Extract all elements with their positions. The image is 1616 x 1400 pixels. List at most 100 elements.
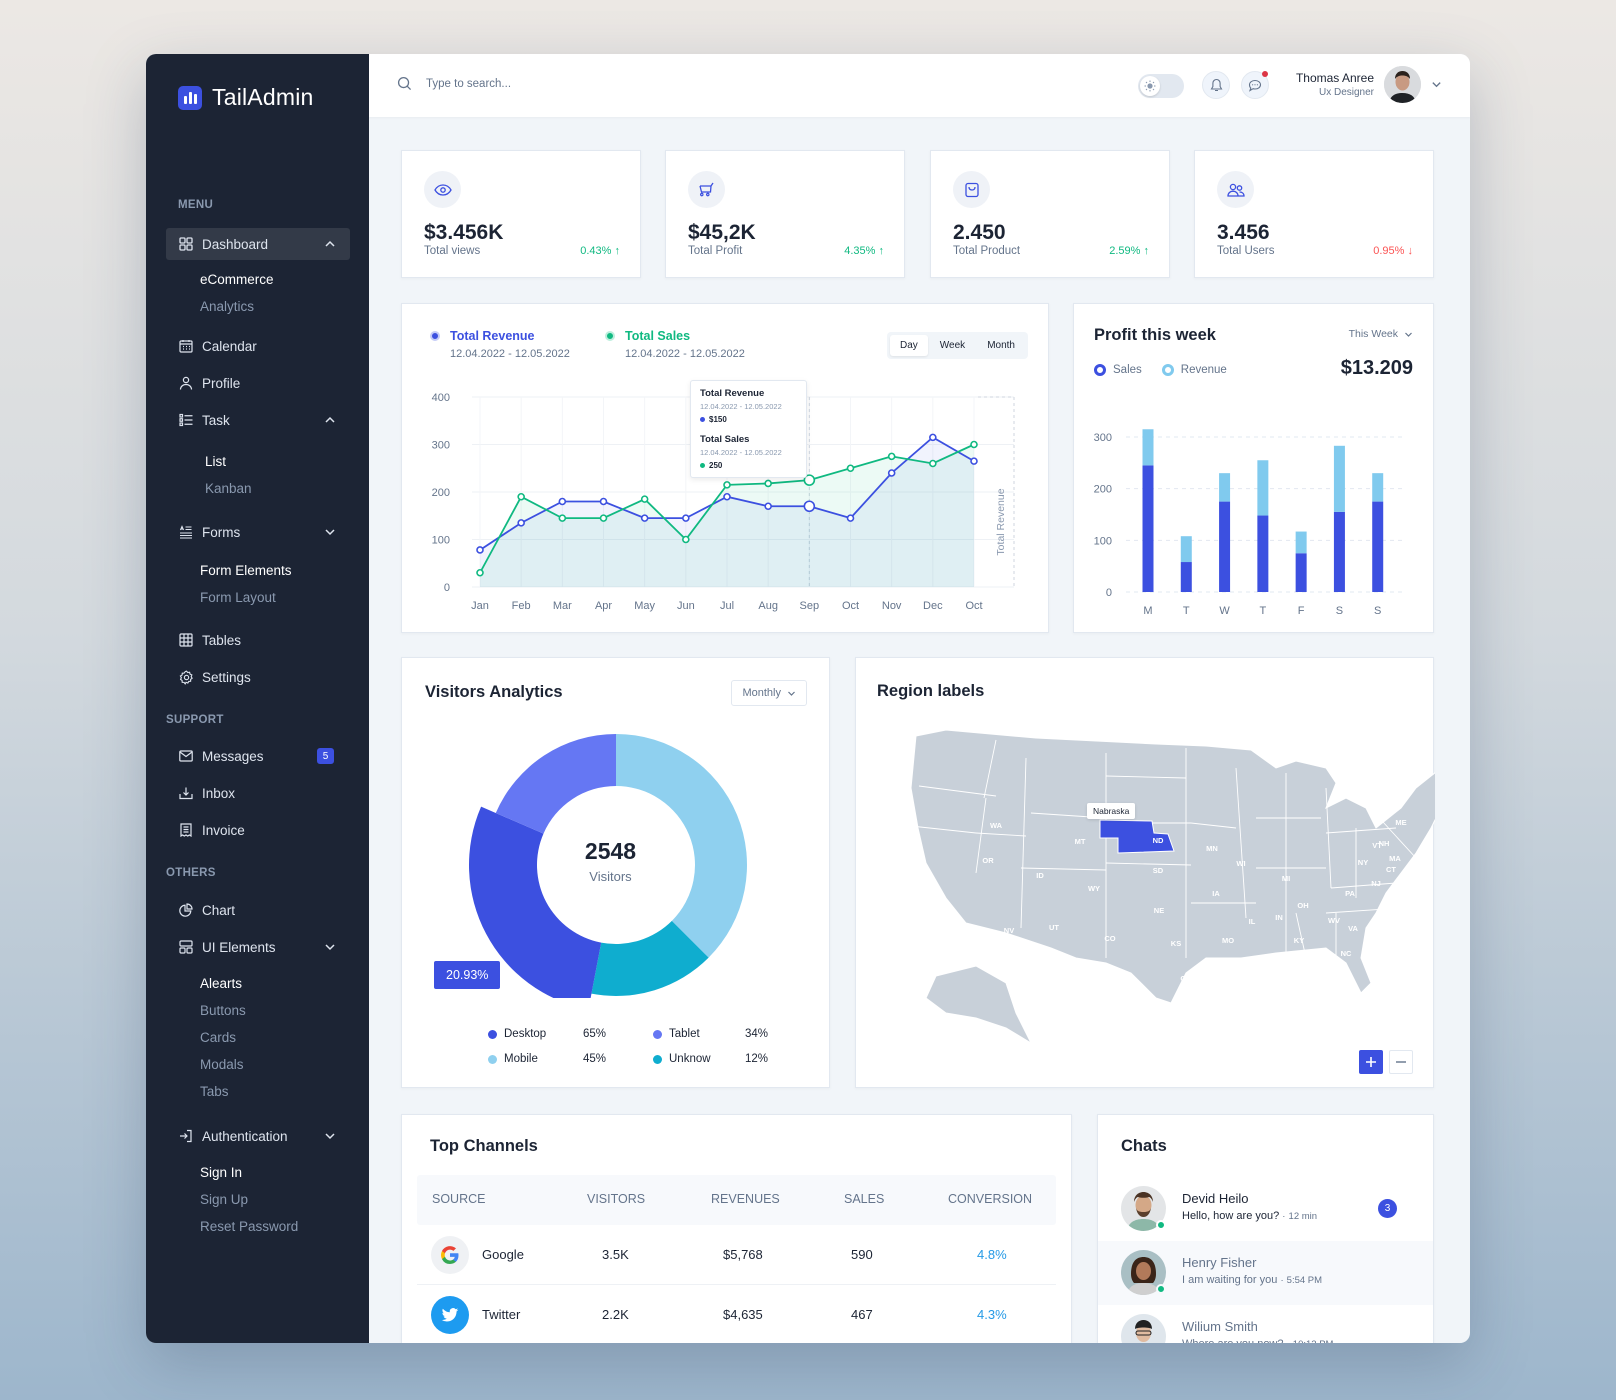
sidebar-subitem-analytics[interactable]: Analytics	[200, 299, 254, 314]
sidebar-item-invoice[interactable]: Invoice	[166, 814, 350, 846]
chevron-up-icon	[325, 240, 335, 247]
data-point	[476, 546, 484, 554]
legend-unknown[interactable]: Unknow	[653, 1053, 711, 1065]
chats-card: Chats Devid Heilo Hello, how are you? · …	[1097, 1114, 1434, 1343]
search-input[interactable]	[426, 77, 666, 90]
zoom-out-button[interactable]	[1389, 1050, 1413, 1074]
dark-mode-toggle[interactable]	[1138, 74, 1184, 98]
sidebar-subitem-sign-up[interactable]: Sign Up	[200, 1192, 248, 1207]
sidebar-subitem-buttons[interactable]: Buttons	[200, 1003, 246, 1018]
zoom-in-button[interactable]	[1359, 1050, 1383, 1074]
notification-dot	[1262, 71, 1268, 77]
visitors-total-label: Visitors	[589, 869, 632, 884]
state-label: MO	[1222, 936, 1234, 945]
y-tick-label: 0	[1106, 587, 1112, 599]
sidebar-item-calendar[interactable]: Calendar	[166, 330, 350, 362]
x-tick-label: Oct	[965, 600, 982, 612]
sidebar-item-messages[interactable]: Messages 5	[166, 740, 350, 772]
chat-name: Devid Heilo	[1182, 1191, 1249, 1206]
legend-mobile[interactable]: Mobile	[488, 1053, 538, 1065]
bar-segment-sales	[1142, 465, 1154, 592]
sidebar-subitem-modals[interactable]: Modals	[200, 1057, 244, 1072]
sidebar-subitem-form-layout[interactable]: Form Layout	[200, 590, 276, 605]
data-point	[764, 502, 772, 511]
sidebar-item-tables[interactable]: Tables	[166, 624, 350, 656]
mail-icon	[178, 748, 194, 764]
table-row[interactable]: Twitter 2.2K $4,635 467 4.3%	[417, 1285, 1056, 1343]
stat-value: 3.456	[1217, 221, 1270, 244]
legend-desktop[interactable]: Desktop	[488, 1028, 546, 1040]
bar-segment-revenue	[1257, 460, 1269, 516]
notifications-button[interactable]	[1202, 71, 1230, 99]
chevron-down-icon	[325, 529, 335, 536]
logo[interactable]: TailAdmin	[178, 84, 314, 111]
column-header-conversion[interactable]: CONVERSION	[948, 1192, 1032, 1206]
column-header-visitors[interactable]: VISITORS	[587, 1192, 645, 1206]
source-name: Twitter	[482, 1307, 521, 1322]
profit-week-card: Profit this week This Week Sales Revenue…	[1073, 303, 1434, 633]
bar-segment-revenue	[1333, 445, 1345, 512]
legend-value: 45%	[583, 1053, 607, 1065]
sidebar-subitem-sign-in[interactable]: Sign In	[200, 1165, 242, 1180]
chat-item[interactable]: Wilium Smith Where are you now? · 10:12 …	[1098, 1305, 1433, 1343]
stat-card-total-views: $3.456K Total views 0.43% ↑	[401, 150, 641, 278]
state-label: WI	[1236, 859, 1245, 868]
data-point	[887, 452, 896, 461]
sidebar-item-inbox[interactable]: Inbox	[166, 777, 350, 809]
sidebar-subitem-reset-password[interactable]: Reset Password	[200, 1219, 298, 1234]
chat-item[interactable]: Devid Heilo Hello, how are you? · 12 min…	[1098, 1177, 1433, 1241]
sidebar-item-task[interactable]: Task	[166, 404, 350, 436]
sidebar-item-forms[interactable]: Forms	[166, 516, 350, 548]
sidebar-item-dashboard[interactable]: Dashboard	[166, 228, 350, 260]
stat-value: $3.456K	[424, 221, 504, 244]
sidebar-subitem-alerts[interactable]: Alearts	[200, 976, 242, 991]
logo-icon	[178, 85, 202, 110]
us-map[interactable]: WA OR CA ID NV MT WY UT AZ CO NM ND SD NE KS OK TX MN IA MO…	[856, 658, 1435, 1089]
state-label: AZ	[1039, 986, 1049, 995]
messages-button[interactable]	[1241, 71, 1269, 99]
column-header-sales[interactable]: SALES	[844, 1192, 884, 1206]
state-label: SC	[1337, 971, 1348, 980]
sidebar-item-ui-elements[interactable]: UI Elements	[166, 931, 350, 963]
state-label: FL	[1344, 1041, 1354, 1050]
legend-value: 12%	[745, 1053, 769, 1065]
state-label: UT	[1049, 923, 1059, 932]
sidebar-item-chart[interactable]: Chart	[166, 894, 350, 926]
sidebar-subitem-kanban[interactable]: Kanban	[205, 481, 252, 496]
state-label: AK	[1021, 1071, 1032, 1080]
state-label: GA	[1312, 989, 1324, 998]
table-row[interactable]: Google 3.5K $5,768 590 4.8%	[417, 1225, 1056, 1285]
y-tick-label: 300	[432, 440, 450, 452]
sidebar-item-profile[interactable]: Profile	[166, 367, 350, 399]
legend-tablet[interactable]: Tablet	[653, 1028, 700, 1040]
state-label: WY	[1088, 884, 1100, 893]
sidebar-item-settings[interactable]: Settings	[166, 661, 350, 693]
state-label: NJ	[1371, 879, 1381, 888]
arrow-up-icon: ↑	[1143, 245, 1150, 257]
state-label: MN	[1206, 844, 1218, 853]
twitter-icon	[431, 1296, 469, 1334]
user-menu[interactable]: Thomas Anree Ux Designer	[1296, 66, 1442, 103]
chevron-down-icon[interactable]	[1431, 79, 1442, 90]
column-header-revenues[interactable]: REVENUES	[711, 1192, 780, 1206]
chart-tooltip: Total Revenue 12.04.2022 - 12.05.2022 $1…	[690, 380, 807, 478]
data-point	[846, 464, 855, 473]
sidebar-item-label: Chart	[202, 902, 236, 918]
user-icon	[178, 375, 194, 391]
y-tick-label: 100	[432, 535, 450, 547]
sidebar-subitem-list[interactable]: List	[205, 454, 226, 469]
sidebar-subitem-form-elements[interactable]: Form Elements	[200, 563, 292, 578]
sidebar-item-authentication[interactable]: Authentication	[166, 1120, 350, 1152]
x-tick-label: W	[1219, 605, 1230, 617]
search-icon[interactable]	[397, 76, 412, 91]
sidebar-subitem-tabs[interactable]: Tabs	[200, 1084, 229, 1099]
profit-bar-chart[interactable]: 0 100 200 300 M T W T F S S	[1074, 304, 1435, 634]
sidebar-subitem-ecommerce[interactable]: eCommerce	[200, 272, 274, 287]
visitors-donut-chart[interactable]	[402, 658, 831, 998]
user-avatar[interactable]	[1384, 66, 1421, 103]
sidebar-subitem-cards[interactable]: Cards	[200, 1030, 236, 1045]
bar-segment-revenue	[1180, 536, 1192, 563]
column-header-source[interactable]: SOURCE	[432, 1192, 485, 1206]
pie-chart-icon	[178, 902, 194, 918]
chat-item[interactable]: Henry Fisher I am waiting for you · 5:54…	[1098, 1241, 1433, 1305]
